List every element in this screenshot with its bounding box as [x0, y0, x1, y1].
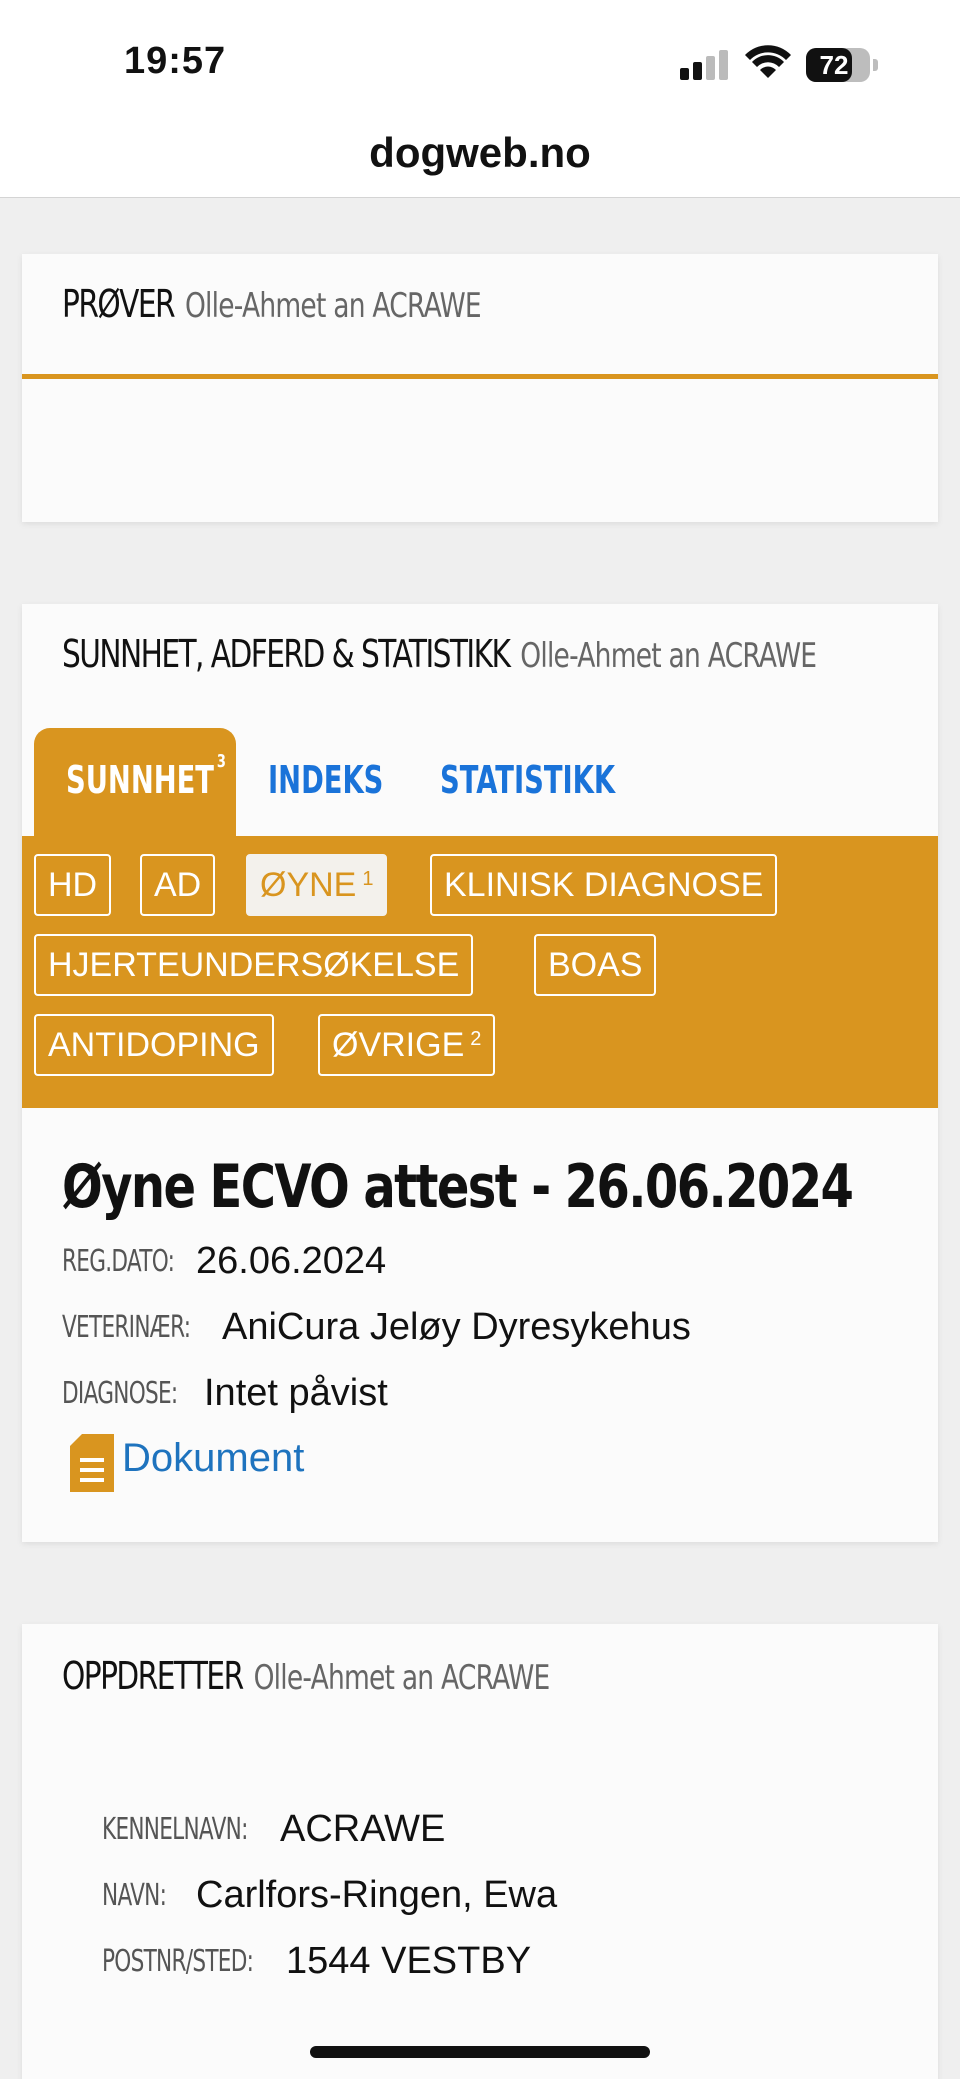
postal-label: POSTNR/STED:: [102, 1944, 254, 1979]
reg-date-value: 26.06.2024: [196, 1240, 387, 1282]
subtab-ad-label: AD: [154, 866, 202, 904]
health-card: SUNNHET, ADFERD & STATISTIKK Olle-Ahmet a…: [22, 604, 938, 1542]
diagnosis-value: Intet påvist: [204, 1372, 388, 1414]
tab-statistikk[interactable]: STATISTIKK: [440, 728, 683, 836]
cellular-signal-icon: [680, 48, 732, 80]
subtab-hjerteundersokelse[interactable]: HJERTEUNDERSØKELSE: [34, 934, 474, 996]
prover-dog-name: Olle-Ahmet an ACRAWE: [184, 286, 482, 326]
subtab-boas-label: BOAS: [548, 946, 643, 984]
subtab-antidoping-label: ANTIDOPING: [48, 1026, 260, 1064]
prover-title: PRØVER: [62, 282, 176, 326]
breeder-name-label: NAVN:: [102, 1878, 167, 1913]
vet-label: VETERINÆR:: [62, 1310, 191, 1345]
vet-value: AniCura Jeløy Dyresykehus: [222, 1306, 691, 1348]
reg-date-label: REG.DATO:: [62, 1244, 175, 1279]
tab-sunnhet-count: 3: [216, 751, 226, 772]
reg-date-row: REG.DATO:: [62, 1244, 218, 1279]
subtab-ovrige-count: 2: [470, 1028, 482, 1050]
breeder-title-row: OPPDRETTER Olle-Ahmet an ACRAWE: [62, 1654, 550, 1698]
breeder-card: OPPDRETTER Olle-Ahmet an ACRAWE KENNELNAV…: [22, 1624, 938, 2079]
subtab-klinisk-diagnose[interactable]: KLINISK DIAGNOSE: [430, 854, 778, 916]
prover-card: PRØVER Olle-Ahmet an ACRAWE: [22, 254, 938, 522]
address-bar[interactable]: dogweb.no: [0, 120, 960, 198]
clock: 19:57: [124, 40, 227, 82]
battery-icon: 72: [806, 48, 878, 82]
subtab-antidoping[interactable]: ANTIDOPING: [34, 1014, 274, 1076]
record-title: Øyne ECVO attest - 26.06.2024: [62, 1152, 854, 1222]
home-indicator[interactable]: [310, 2046, 650, 2058]
postal-value: 1544 VESTBY: [286, 1940, 532, 1982]
vet-row: VETERINÆR:: [62, 1310, 240, 1345]
prover-title-row: PRØVER Olle-Ahmet an ACRAWE: [62, 282, 482, 326]
breeder-dog-name: Olle-Ahmet an ACRAWE: [253, 1658, 551, 1698]
diagnosis-row: DIAGNOSE:: [62, 1376, 222, 1411]
postal-row: POSTNR/STED:: [102, 1944, 312, 1979]
subtab-ad[interactable]: AD: [140, 854, 216, 916]
tab-sunnhet[interactable]: SUNNHET 3: [34, 728, 236, 836]
health-dog-name: Olle-Ahmet an ACRAWE: [520, 636, 817, 676]
subtab-klinisk-diagnose-label: KLINISK DIAGNOSE: [444, 866, 764, 904]
subtab-hd-label: HD: [48, 866, 98, 904]
diagnosis-label: DIAGNOSE:: [62, 1376, 178, 1411]
breeder-name-row: NAVN:: [102, 1878, 191, 1913]
breeder-name-value: Carlfors-Ringen, Ewa: [196, 1874, 558, 1916]
wifi-icon: [745, 45, 791, 78]
kennel-label: KENNELNAVN:: [102, 1812, 248, 1847]
url-text[interactable]: dogweb.no: [369, 129, 591, 176]
subtab-ovrige[interactable]: ØVRIGE 2: [318, 1014, 496, 1076]
subtab-oyne-label: ØYNE: [260, 866, 357, 904]
subtab-ovrige-label: ØVRIGE: [332, 1026, 465, 1064]
tab-indeks-label: INDEKS: [268, 758, 384, 802]
kennel-row: KENNELNAVN:: [102, 1812, 304, 1847]
status-bar: 19:57 72: [0, 0, 960, 120]
tab-indeks[interactable]: INDEKS: [268, 728, 428, 836]
breeder-title: OPPDRETTER: [62, 1654, 244, 1698]
subtab-hjerteundersokelse-label: HJERTEUNDERSØKELSE: [48, 946, 460, 984]
document-icon[interactable]: [70, 1434, 114, 1492]
battery-level: 72: [819, 50, 849, 80]
document-link[interactable]: Dokument: [122, 1436, 304, 1481]
tab-sunnhet-label: SUNNHET: [66, 758, 214, 802]
subtab-hd[interactable]: HD: [34, 854, 112, 916]
health-title: SUNNHET, ADFERD & STATISTIKK: [62, 632, 511, 676]
subtab-oyne-count: 1: [362, 868, 374, 890]
health-tabs: SUNNHET 3 INDEKS STATISTIKK: [22, 728, 938, 836]
subtab-oyne[interactable]: ØYNE 1: [246, 854, 388, 916]
health-subtabs: HD AD ØYNE 1 KLINISK DIAGNOSE HJERTEUNDER…: [22, 836, 938, 1108]
tab-statistikk-label: STATISTIKK: [440, 758, 616, 802]
prover-divider: [22, 374, 938, 379]
health-title-row: SUNNHET, ADFERD & STATISTIKK Olle-Ahmet a…: [62, 632, 817, 676]
subtab-boas[interactable]: BOAS: [534, 934, 657, 996]
kennel-value: ACRAWE: [280, 1808, 446, 1850]
